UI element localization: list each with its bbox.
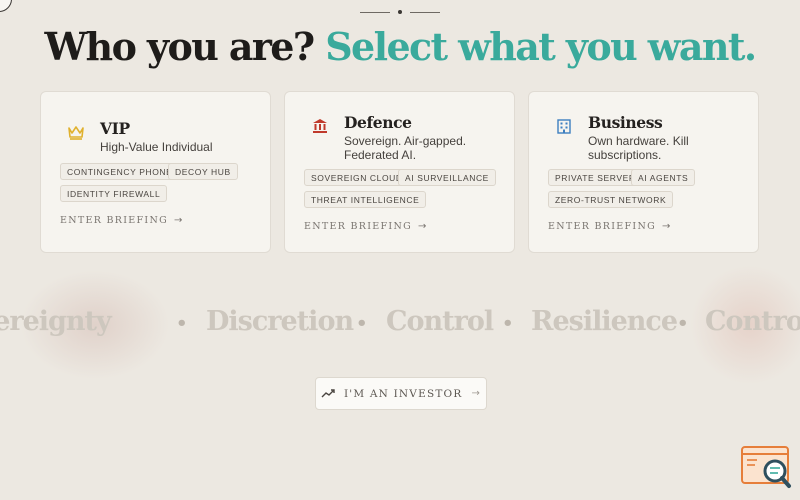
corner-badge[interactable] [0,0,12,12]
search-window-logo-icon[interactable] [741,445,793,491]
page-title: Who you are? Select what you want. [0,20,800,74]
card-vip[interactable]: VIP High-Value Individual CONTINGENCY PH… [40,91,271,253]
enter-briefing-link[interactable]: ENTER BRIEFING → [548,221,672,232]
marquee-separator: • [677,313,688,334]
marquee-separator: • [176,313,187,334]
card-title: Business [588,113,663,132]
marquee-word: Control [386,306,494,337]
tag[interactable]: AI AGENTS [631,169,696,186]
tag[interactable]: PRIVATE SERVER [548,169,643,186]
office-building-icon [554,118,574,138]
trending-up-icon [321,387,335,401]
title-question: Who you are? [44,24,315,69]
marquee-separator: • [356,313,367,334]
marquee-word: Discretion [206,306,354,337]
tag[interactable]: ZERO-TRUST NETWORK [548,191,674,208]
tag[interactable]: DECOY HUB [168,163,238,180]
card-subtitle: Sovereign. Air-gapped. Federated AI. [344,134,467,162]
marquee-word: Sovereignty [0,306,112,337]
card-defence[interactable]: Defence Sovereign. Air-gapped. Federated… [284,91,515,253]
title-accent: Select what you want. [325,24,757,69]
audience-cards: VIP High-Value Individual CONTINGENCY PH… [40,91,760,254]
values-marquee: Sovereignty • Discretion • Control • Res… [0,306,800,346]
card-subtitle: High-Value Individual [100,140,213,154]
card-title: VIP [100,119,130,138]
marquee-word: Control [705,306,800,337]
tag[interactable]: AI SURVEILLANCE [398,169,496,186]
arrow-right-icon: → [661,221,672,232]
investor-button[interactable]: I'M AN INVESTOR → [315,377,487,410]
tag[interactable]: SOVEREIGN CLOUD [304,169,410,186]
bank-icon [310,118,330,138]
arrow-right-icon: → [417,221,428,232]
marquee-separator: • [502,313,513,334]
tag[interactable]: THREAT INTELLIGENCE [304,191,427,208]
arrow-right-icon: → [173,215,184,226]
marquee-word: Resilience [531,306,678,337]
card-subtitle: Own hardware. Kill subscriptions. [588,134,689,162]
investor-button-label: I'M AN INVESTOR [343,387,463,400]
card-title: Defence [344,113,412,132]
tag[interactable]: CONTINGENCY PHONE [60,163,180,180]
enter-briefing-link[interactable]: ENTER BRIEFING → [304,221,428,232]
crown-icon [66,124,86,144]
tag[interactable]: IDENTITY FIREWALL [60,185,168,202]
divider-ornament [360,9,440,15]
enter-briefing-link[interactable]: ENTER BRIEFING → [60,215,184,226]
arrow-right-icon: → [471,388,482,399]
card-business[interactable]: Business Own hardware. Kill subscription… [528,91,759,253]
